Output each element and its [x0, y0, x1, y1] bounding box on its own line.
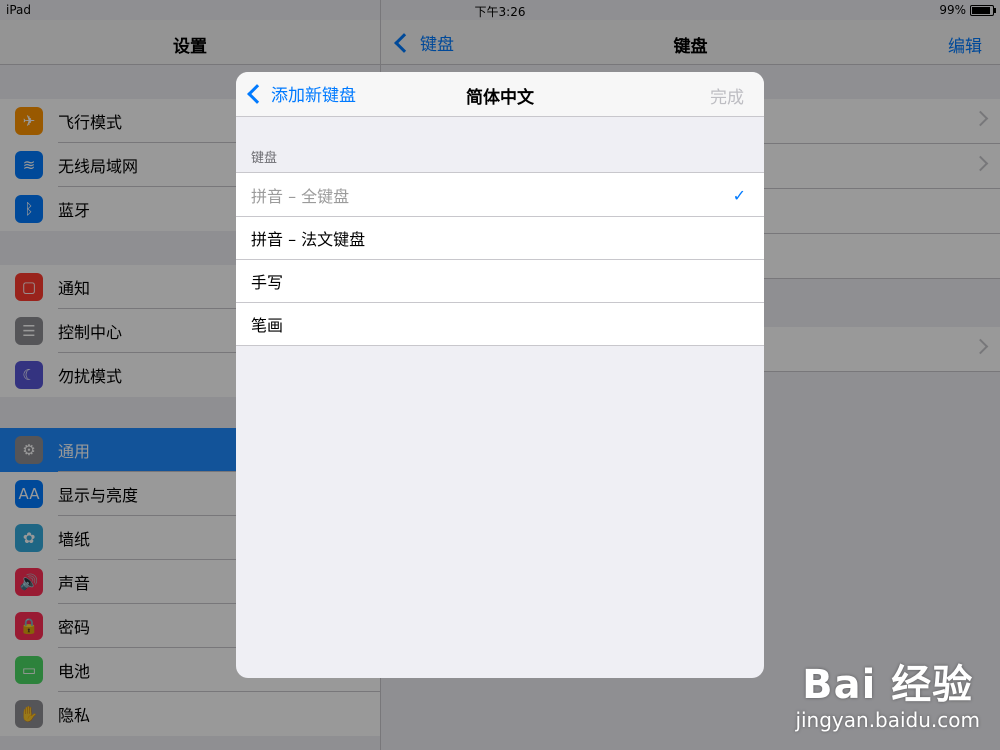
keyboard-option-label: 手写 — [251, 272, 284, 292]
watermark-url: jingyan.baidu.com — [795, 708, 980, 732]
chevron-left-icon — [247, 83, 267, 104]
section-header-keyboard: 键盘 — [251, 151, 278, 166]
keyboard-option-row[interactable]: 拼音 – 法文键盘 — [236, 216, 764, 259]
add-new-keyboard-back-button[interactable]: 添加新键盘 — [246, 81, 356, 106]
keyboard-option-label: 笔画 — [251, 315, 284, 335]
watermark-logo: Bai 经验 — [802, 662, 974, 708]
simplified-chinese-modal: 添加新键盘 简体中文 完成 键盘 拼音 – 全键盘 ✓ 拼音 – 法文键盘 手写笔画 — [236, 72, 764, 678]
keyboard-option-label: 拼音 – 法文键盘 — [251, 229, 366, 249]
modal-nav-bar: 添加新键盘 简体中文 完成 — [236, 72, 764, 117]
keyboard-option-row[interactable]: 笔画 — [236, 302, 764, 345]
keyboard-option-row[interactable]: 手写 — [236, 259, 764, 302]
baidu-jingyan-watermark: Bai 经验 jingyan.baidu.com — [795, 652, 980, 732]
keyboard-option-row[interactable]: 拼音 – 全键盘 ✓ — [236, 173, 764, 216]
checkmark-icon: ✓ — [732, 186, 746, 205]
done-button[interactable]: 完成 — [710, 83, 744, 108]
keyboard-option-label: 拼音 – 全键盘 — [251, 186, 350, 206]
keyboard-option-list: 拼音 – 全键盘 ✓ 拼音 – 法文键盘 手写笔画 — [236, 172, 764, 346]
back-label: 添加新键盘 — [271, 86, 356, 106]
